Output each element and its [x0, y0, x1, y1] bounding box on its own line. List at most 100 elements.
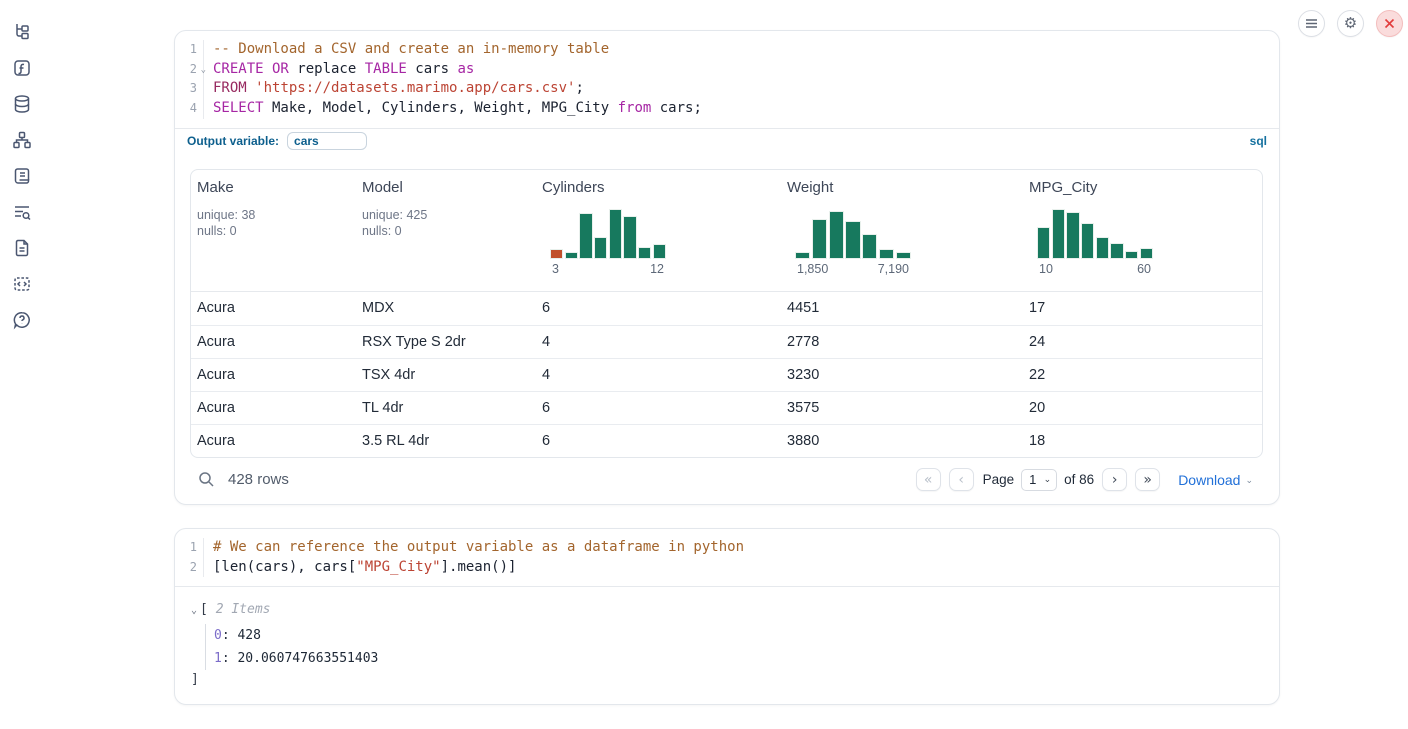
histogram-bars[interactable]: [550, 207, 666, 259]
histogram-bar[interactable]: [1110, 243, 1123, 259]
histogram-bar[interactable]: [879, 249, 894, 259]
histogram-bar[interactable]: [896, 252, 911, 259]
open-bracket: [: [200, 602, 208, 617]
table-cell: TL 4dr: [356, 400, 536, 416]
last-page-button[interactable]: »: [1135, 468, 1160, 491]
sql-code-editor[interactable]: 1-- Download a CSV and create an in-memo…: [175, 31, 1279, 128]
code-line[interactable]: 1# We can reference the output variable …: [175, 538, 1279, 558]
table-cell: TSX 4dr: [356, 367, 536, 383]
row-count: 428 rows: [228, 471, 289, 488]
table-cell: 24: [1023, 334, 1262, 350]
first-page-button[interactable]: «: [916, 468, 941, 491]
column-header-cylinders[interactable]: Cylinders 312: [536, 170, 781, 291]
gear-icon: ⚙: [1344, 16, 1357, 31]
histogram-bar[interactable]: [1096, 237, 1109, 259]
function-icon[interactable]: [12, 58, 32, 78]
table-row[interactable]: AcuraMDX6445117: [191, 292, 1262, 325]
page-select[interactable]: 1 ⌄: [1021, 469, 1057, 491]
python-code-editor[interactable]: 1# We can reference the output variable …: [175, 529, 1279, 586]
output-variable-bar: Output variable: sql: [175, 128, 1279, 154]
sidebar: [0, 0, 44, 729]
histogram-bar[interactable]: [638, 247, 651, 259]
table-row[interactable]: AcuraTL 4dr6357520: [191, 391, 1262, 424]
tree-entry: 1: 20.060747663551403: [214, 647, 1263, 670]
code-line[interactable]: 3FROM 'https://datasets.marimo.app/cars.…: [175, 79, 1279, 99]
dependency-graph-icon[interactable]: [12, 130, 32, 150]
code-line[interactable]: 1-- Download a CSV and create an in-memo…: [175, 40, 1279, 60]
histogram-bar[interactable]: [862, 234, 877, 259]
histogram-bar[interactable]: [579, 213, 592, 259]
histogram-bar[interactable]: [1066, 212, 1079, 259]
download-button[interactable]: Download ⌄: [1178, 472, 1253, 488]
histogram-bar[interactable]: [550, 249, 563, 259]
table-header: Make unique: 38 nulls: 0 Model unique: 4…: [191, 170, 1262, 292]
line-number: 2⌄: [175, 60, 204, 80]
histogram-bar[interactable]: [594, 237, 607, 259]
table-cell: 20: [1023, 400, 1262, 416]
python-cell-output: ⌄[ 2 Items 0: 4281: 20.060747663551403]: [175, 587, 1279, 704]
line-number: 1: [175, 40, 204, 60]
table-cell: MDX: [356, 300, 536, 316]
nulls-stat: nulls: 0: [197, 223, 350, 240]
code-line[interactable]: 2[len(cars), cars["MPG_City"].mean()]: [175, 558, 1279, 578]
fold-arrow-icon[interactable]: ⌄: [201, 61, 206, 81]
table-cell: 3575: [781, 400, 1023, 416]
menu-button[interactable]: [1298, 10, 1325, 37]
histogram-bar[interactable]: [653, 244, 666, 259]
table-cell: 4451: [781, 300, 1023, 316]
histogram-bar[interactable]: [1052, 209, 1065, 259]
shutdown-button[interactable]: [1376, 10, 1403, 37]
table-cell: 6: [536, 433, 781, 449]
chevron-down-icon: ⌄: [1044, 474, 1052, 485]
table-cell: 18: [1023, 433, 1262, 449]
line-number: 2: [175, 558, 204, 578]
next-page-button[interactable]: ›: [1102, 468, 1127, 491]
table-cell: 22: [1023, 367, 1262, 383]
unique-stat: unique: 425: [362, 207, 530, 224]
help-icon[interactable]: [12, 310, 32, 330]
close-bracket: ]: [191, 670, 1263, 690]
data-table: Make unique: 38 nulls: 0 Model unique: 4…: [190, 169, 1263, 458]
histogram-bars[interactable]: [1037, 207, 1153, 259]
column-header-mpg-city[interactable]: MPG_City 1060: [1023, 170, 1262, 291]
documentation-icon[interactable]: [12, 238, 32, 258]
file-tree-icon[interactable]: [12, 22, 32, 42]
code-line[interactable]: 2⌄CREATE OR replace TABLE cars as: [175, 60, 1279, 80]
scratchpad-icon[interactable]: [12, 166, 32, 186]
table-cell: 4: [536, 367, 781, 383]
column-header-weight[interactable]: Weight 1,8507,190: [781, 170, 1023, 291]
table-row[interactable]: Acura3.5 RL 4dr6388018: [191, 424, 1262, 457]
histogram-bar[interactable]: [1037, 227, 1050, 259]
collapse-icon[interactable]: ⌄: [191, 605, 197, 616]
histogram-bar[interactable]: [623, 216, 636, 259]
output-variable-label: Output variable:: [187, 134, 279, 148]
histogram-bar[interactable]: [1140, 248, 1153, 259]
histogram-bar[interactable]: [609, 209, 622, 259]
database-icon[interactable]: [12, 94, 32, 114]
histogram-bar[interactable]: [565, 252, 578, 259]
previous-page-button[interactable]: ‹: [949, 468, 974, 491]
histogram-bars[interactable]: [795, 207, 911, 259]
code-line[interactable]: 4SELECT Make, Model, Cylinders, Weight, …: [175, 99, 1279, 119]
table-row[interactable]: AcuraRSX Type S 2dr4277824: [191, 325, 1262, 358]
histogram-bar[interactable]: [795, 252, 810, 259]
language-badge: sql: [1250, 134, 1267, 148]
output-variable-input[interactable]: [287, 132, 367, 150]
settings-button[interactable]: ⚙: [1337, 10, 1364, 37]
snippets-icon[interactable]: [12, 274, 32, 294]
table-row[interactable]: AcuraTSX 4dr4323022: [191, 358, 1262, 391]
sql-cell: 1-- Download a CSV and create an in-memo…: [174, 30, 1280, 505]
logs-icon[interactable]: [12, 202, 32, 222]
histogram-bar[interactable]: [845, 221, 860, 259]
table-cell: 3230: [781, 367, 1023, 383]
search-icon[interactable]: [198, 471, 215, 488]
column-header-make[interactable]: Make unique: 38 nulls: 0: [191, 170, 356, 291]
histogram-bar[interactable]: [829, 211, 844, 259]
tree-entry: 0: 428: [214, 624, 1263, 647]
histogram-axis-labels: 1,8507,190: [795, 259, 911, 276]
histogram-bar[interactable]: [812, 219, 827, 259]
histogram-bar[interactable]: [1081, 223, 1094, 259]
histogram-bar[interactable]: [1125, 251, 1138, 259]
items-count: 2 Items: [216, 602, 271, 617]
column-header-model[interactable]: Model unique: 425 nulls: 0: [356, 170, 536, 291]
